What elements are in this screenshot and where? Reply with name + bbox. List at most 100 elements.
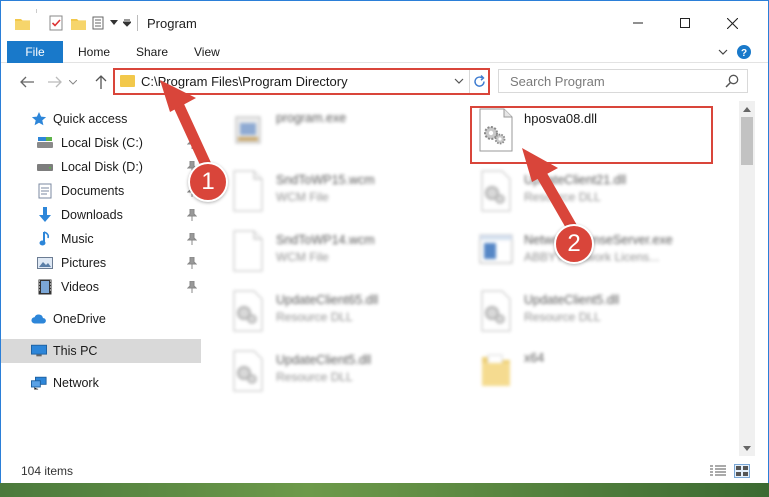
expand-ribbon-icon[interactable] xyxy=(715,44,731,60)
music-icon xyxy=(37,231,53,247)
file-item-sndtowp15-wcm[interactable]: SndToWP15.wcm WCM File xyxy=(204,163,444,223)
sidebar-item-pictures[interactable]: Pictures xyxy=(1,251,201,275)
sidebar-item-label: Documents xyxy=(61,184,125,198)
tab-home[interactable]: Home xyxy=(68,41,120,63)
videos-icon xyxy=(37,279,53,295)
downloads-icon xyxy=(37,207,53,223)
file-list: program.exe hposva08.dll SndToWP15.wcm W… xyxy=(204,101,739,456)
pin-icon[interactable] xyxy=(186,232,198,245)
file-name: UpdateClient5.dll xyxy=(524,293,620,307)
status-bar: 104 items xyxy=(1,459,768,483)
sidebar-item-label: Network xyxy=(53,376,99,390)
search-icon[interactable] xyxy=(725,74,739,88)
help-icon[interactable]: ? xyxy=(736,44,752,60)
drive-icon xyxy=(37,159,53,175)
navigation-bar: C:\Program Files\Program Directory Searc… xyxy=(1,63,768,101)
new-folder-icon[interactable] xyxy=(70,15,86,31)
tab-view[interactable]: View xyxy=(184,41,230,63)
vertical-scrollbar[interactable] xyxy=(739,101,755,456)
up-arrow-icon[interactable] xyxy=(92,73,110,91)
dll-icon xyxy=(476,287,516,333)
ribbon: File Home Share View ? xyxy=(1,41,768,63)
file-type: WCM File xyxy=(276,250,329,264)
file-name: program.exe xyxy=(276,111,347,125)
file-name: UpdateClient65.dll xyxy=(276,293,379,307)
chevron-down-icon[interactable] xyxy=(451,73,467,89)
dropdown-arrow-icon[interactable] xyxy=(122,15,132,31)
sidebar-item-local-disk-c[interactable]: Local Disk (C:) xyxy=(1,131,201,155)
folder-icon xyxy=(120,75,135,87)
explorer-window: Program File Home Share View ? C:\Progra… xyxy=(0,0,769,483)
chevron-down-icon[interactable] xyxy=(109,15,119,31)
sidebar-item-onedrive[interactable]: OneDrive xyxy=(1,307,201,331)
file-name: SndToWP14.wcm xyxy=(276,233,375,247)
documents-icon xyxy=(37,183,53,199)
file-type: Resource DLL xyxy=(524,190,601,204)
scroll-thumb[interactable] xyxy=(741,117,753,165)
sidebar-item-documents[interactable]: Documents xyxy=(1,179,201,203)
tab-file[interactable]: File xyxy=(7,41,63,63)
search-placeholder: Search Program xyxy=(510,74,605,89)
recent-locations-icon[interactable] xyxy=(68,73,78,91)
tab-share[interactable]: Share xyxy=(126,41,178,63)
minimize-button[interactable] xyxy=(626,11,650,35)
step-1-badge: 1 xyxy=(188,162,228,202)
file-item-program-exe[interactable]: program.exe xyxy=(204,103,444,163)
sidebar-item-videos[interactable]: Videos xyxy=(1,275,201,299)
blank-file-icon xyxy=(228,167,268,213)
file-type: Resource DLL xyxy=(524,310,601,324)
customize-icon[interactable] xyxy=(92,15,108,31)
pin-icon[interactable] xyxy=(186,208,198,221)
pin-icon[interactable] xyxy=(186,136,198,149)
item-count: 104 items xyxy=(21,464,74,478)
file-item-updateclient21-dll[interactable]: UpdateClient21.dll Resource DLL xyxy=(452,163,692,223)
properties-icon[interactable] xyxy=(48,15,64,31)
file-item-sndtowp14-wcm[interactable]: SndToWP14.wcm WCM File xyxy=(204,223,444,283)
network-icon xyxy=(31,375,47,391)
scroll-up-icon[interactable] xyxy=(739,101,755,117)
sidebar-item-network[interactable]: Network xyxy=(1,371,201,395)
large-icons-view-icon[interactable] xyxy=(734,464,750,478)
forward-arrow-icon[interactable] xyxy=(46,73,64,91)
app-window-icon xyxy=(476,227,516,273)
file-item-updateclient65-dll[interactable]: UpdateClient65.dll Resource DLL xyxy=(204,283,444,343)
highlight-box xyxy=(470,106,713,164)
file-type: Resource DLL xyxy=(276,310,353,324)
pictures-icon xyxy=(37,255,53,271)
star-icon xyxy=(31,111,47,127)
search-input[interactable]: Search Program xyxy=(498,69,748,93)
svg-text:?: ? xyxy=(741,48,747,59)
onedrive-icon xyxy=(31,311,47,327)
sidebar-item-label: Local Disk (C:) xyxy=(61,136,143,150)
sidebar-item-label: Local Disk (D:) xyxy=(61,160,143,174)
back-arrow-icon[interactable] xyxy=(18,73,36,91)
sidebar-item-this-pc[interactable]: This PC xyxy=(1,339,201,363)
pin-icon[interactable] xyxy=(186,256,198,269)
address-bar[interactable]: C:\Program Files\Program Directory xyxy=(113,68,490,95)
sidebar-item-downloads[interactable]: Downloads xyxy=(1,203,201,227)
pin-icon[interactable] xyxy=(186,280,198,293)
close-button[interactable] xyxy=(720,11,744,35)
sidebar-item-local-disk-d[interactable]: Local Disk (D:) xyxy=(1,155,201,179)
file-type: Resource DLL xyxy=(276,370,353,384)
scroll-down-icon[interactable] xyxy=(739,440,755,456)
exe-icon xyxy=(228,107,268,153)
sidebar-item-label: Quick access xyxy=(53,112,128,126)
address-path[interactable]: C:\Program Files\Program Directory xyxy=(141,74,348,89)
sidebar-item-quick-access[interactable]: Quick access xyxy=(1,107,201,131)
dll-icon xyxy=(228,287,268,333)
dll-icon xyxy=(228,347,268,393)
details-view-icon[interactable] xyxy=(710,464,726,478)
file-item-updateclient5-dll[interactable]: UpdateClient5.dll Resource DLL xyxy=(452,283,692,343)
maximize-button[interactable] xyxy=(673,11,697,35)
refresh-icon[interactable] xyxy=(471,72,488,90)
file-item-updateclient5-dll-2[interactable]: UpdateClient5.dll Resource DLL xyxy=(204,343,444,403)
file-name: UpdateClient5.dll xyxy=(276,353,372,367)
file-name: x64 xyxy=(524,351,545,365)
file-item-x64[interactable]: x64 xyxy=(452,343,692,403)
sidebar-item-music[interactable]: Music xyxy=(1,227,201,251)
sidebar-item-label: Downloads xyxy=(61,208,123,222)
desktop-background xyxy=(0,483,769,497)
sidebar-item-label: Videos xyxy=(61,280,99,294)
step-2-badge: 2 xyxy=(554,224,594,264)
